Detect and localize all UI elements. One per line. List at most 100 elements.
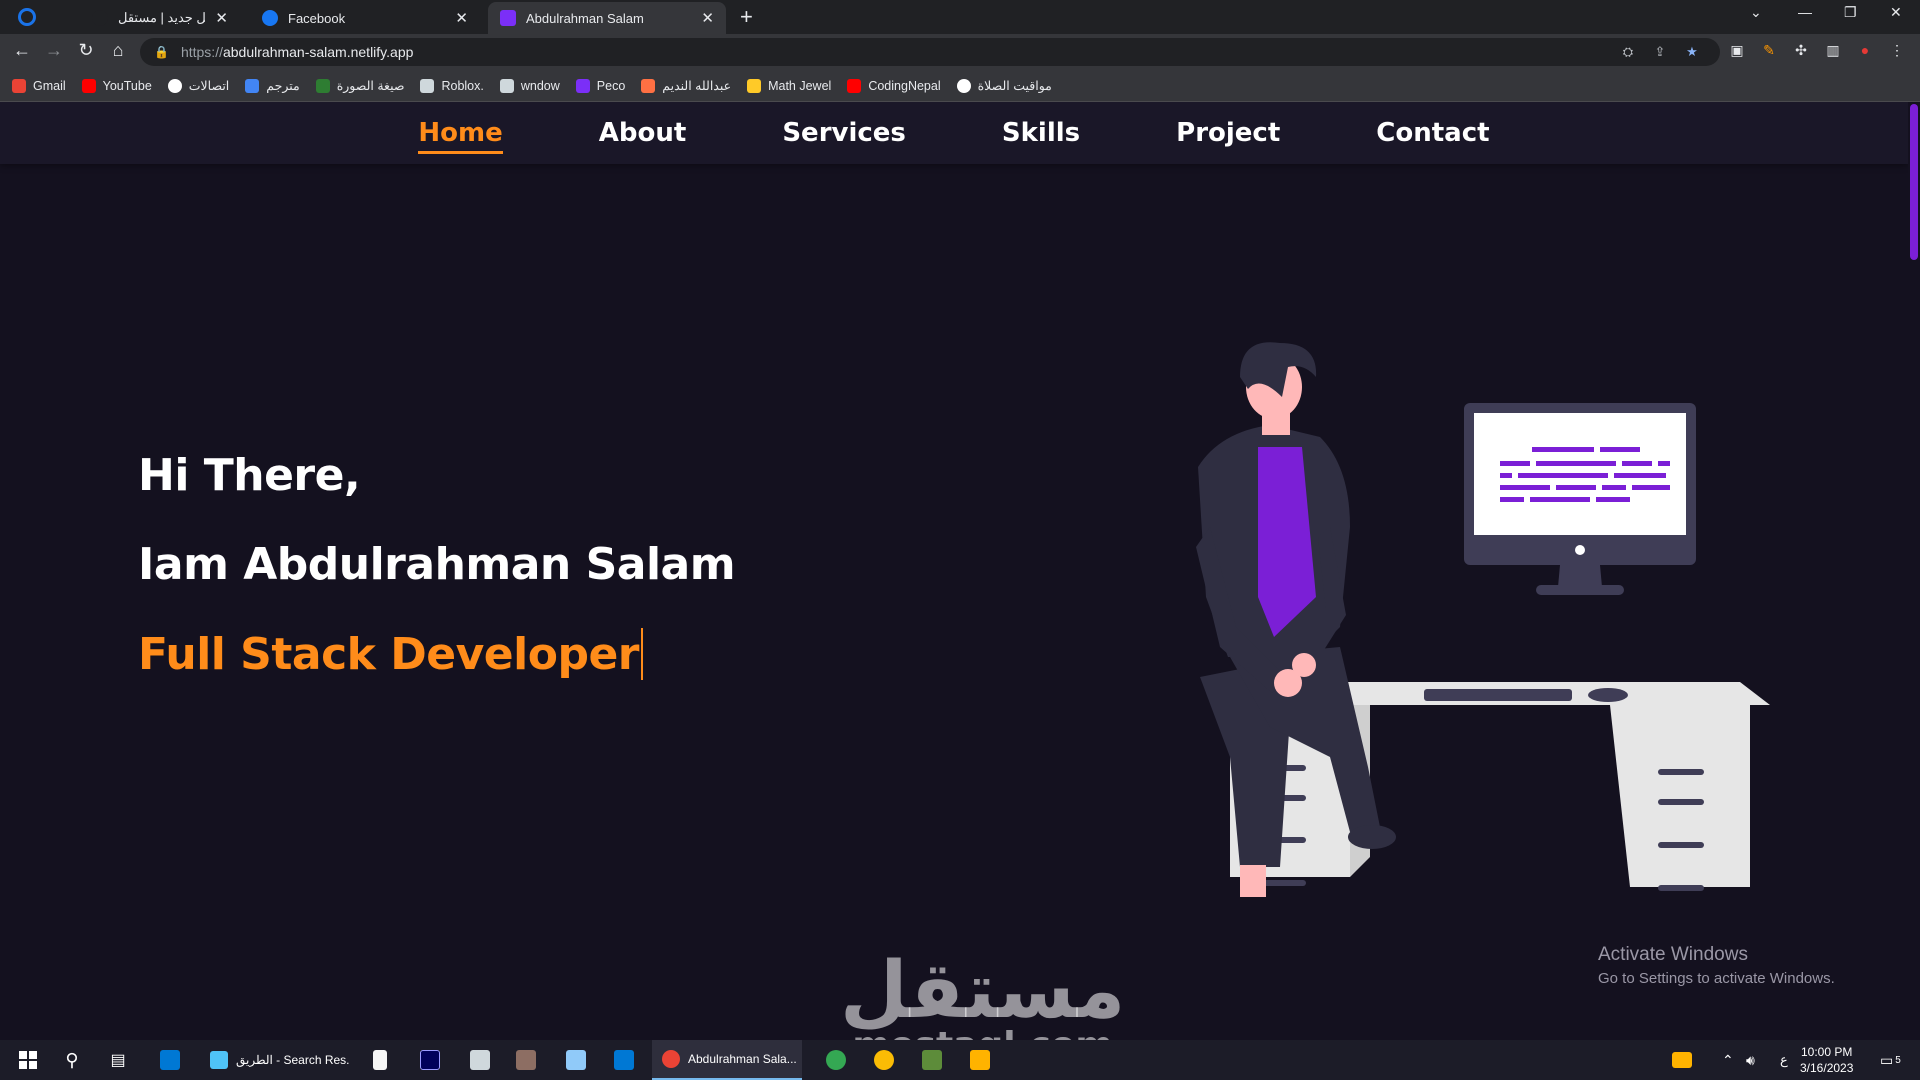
bookmark-label: Gmail xyxy=(33,78,66,93)
premiere-pro-icon[interactable] xyxy=(410,1040,450,1080)
nav-contact[interactable]: Contact xyxy=(1376,118,1489,148)
back-arrow-icon[interactable]: ← xyxy=(10,40,34,61)
volume-icon[interactable]: 🔊︎ xyxy=(1746,1040,1755,1080)
translate-icon[interactable]: ⛭ xyxy=(1620,44,1636,60)
tab-favicon-icon xyxy=(92,10,108,26)
tab-close-icon[interactable]: ✕ xyxy=(215,9,228,27)
extensions-puzzle-icon[interactable]: ✣ xyxy=(1792,42,1810,60)
start-button[interactable] xyxy=(8,1040,48,1080)
lock-icon[interactable]: 🔒 xyxy=(154,45,169,59)
browser-toolbar: ← → ↻ ⌂ 🔒 https:// abdulrahman-salam.net… xyxy=(0,34,1920,70)
page-scrollbar[interactable] xyxy=(1908,102,1920,1040)
bookmark-roblox[interactable]: Roblox. xyxy=(420,78,484,93)
bookmark-gmail[interactable]: Gmail xyxy=(12,78,66,93)
bookmark-label: YouTube xyxy=(102,78,152,93)
school-icon xyxy=(641,78,656,93)
activate-windows-subtitle: Go to Settings to activate Windows. xyxy=(1598,970,1835,987)
desk-right-drawers xyxy=(1610,705,1750,887)
browser-tab-strip: إضافة عمل جديد | مستقل ✕ Facebook ✕ Abdu… xyxy=(0,0,1920,34)
notifications-icon[interactable]: ▭ 5 xyxy=(1880,1040,1901,1080)
taskbar-app-search-results[interactable]: الطريق - Search Res... xyxy=(200,1040,350,1080)
tray-app-icon[interactable] xyxy=(1672,1040,1692,1080)
bookmark-image-format[interactable]: صيغة الصورة xyxy=(315,78,404,93)
cleaner-icon[interactable] xyxy=(960,1040,1000,1080)
bookmark-math-jewel[interactable]: Math Jewel xyxy=(747,78,832,93)
close-window-icon[interactable]: ✕ xyxy=(1890,4,1902,21)
google-icon xyxy=(167,78,182,93)
browser-menu-icon[interactable]: ⋮ xyxy=(1888,42,1906,60)
share-icon[interactable]: ⇪ xyxy=(1652,44,1668,60)
activate-windows-notice: Activate Windows Go to Settings to activ… xyxy=(1598,944,1835,987)
reload-icon[interactable]: ↻ xyxy=(74,40,98,61)
chrome-profile-icon[interactable] xyxy=(816,1040,856,1080)
bookmark-etisalat[interactable]: اتصالات xyxy=(167,78,229,93)
home-icon[interactable]: ⌂ xyxy=(106,40,130,61)
spreadsheet-icon xyxy=(315,78,330,93)
tab-close-icon[interactable]: ✕ xyxy=(701,9,714,27)
notes-icon[interactable] xyxy=(460,1040,500,1080)
taskbar-app-label: Abdulrahman Sala... xyxy=(688,1052,797,1066)
search-icon[interactable]: ⚲ xyxy=(52,1040,92,1080)
new-tab-icon[interactable]: + xyxy=(740,4,753,30)
tab-mostaql[interactable]: إضافة عمل جديد | مستقل ✕ xyxy=(80,2,240,34)
bookmark-prayer-times[interactable]: مواقيت الصلاة xyxy=(956,78,1052,93)
bookmark-codingnepal[interactable]: CodingNepal xyxy=(847,78,941,93)
nav-project[interactable]: Project xyxy=(1176,118,1280,148)
url-host: abdulrahman-salam.netlify.app xyxy=(222,44,414,60)
bookmark-label: Math Jewel xyxy=(768,78,832,93)
bookmark-youtube[interactable]: YouTube xyxy=(81,78,152,93)
bookmark-label: عبدالله النديم xyxy=(662,79,732,93)
youtube-icon xyxy=(81,78,96,93)
jewel-icon xyxy=(747,78,762,93)
bookmark-abdullah-nadim[interactable]: عبدالله النديم xyxy=(641,78,731,93)
chrome-profile-2-icon[interactable] xyxy=(864,1040,904,1080)
file-icon[interactable] xyxy=(360,1040,400,1080)
nav-home[interactable]: Home xyxy=(418,118,504,154)
youtube-icon xyxy=(847,78,862,93)
game-icon[interactable] xyxy=(506,1040,546,1080)
developer-desk-illustration xyxy=(1196,342,1770,897)
bookmark-label: Peco xyxy=(596,78,626,93)
minimize-icon[interactable]: — xyxy=(1798,4,1812,20)
portfolio-page: Home About Services Skills Project Conta… xyxy=(0,102,1920,1040)
extension-b-icon[interactable]: ▣ xyxy=(1728,42,1746,60)
tab-abdulrahman-salam[interactable]: Abdulrahman Salam ✕ xyxy=(488,2,726,34)
calculator-icon[interactable] xyxy=(556,1040,596,1080)
bookmark-star-icon[interactable]: ★ xyxy=(1684,44,1700,60)
tab-title: Facebook xyxy=(288,10,346,26)
forward-arrow-icon[interactable]: → xyxy=(42,40,66,61)
keyboard xyxy=(1424,689,1572,701)
input-language[interactable]: ع xyxy=(1780,1040,1788,1080)
bookmark-label: CodingNepal xyxy=(868,78,941,93)
nav-skills[interactable]: Skills xyxy=(1002,118,1080,148)
extension-pen-icon[interactable]: ✎ xyxy=(1760,42,1778,60)
tray-chevron-icon[interactable]: ⌃ xyxy=(1722,1040,1734,1080)
tab-title: Abdulrahman Salam xyxy=(526,10,644,26)
taskbar-app-chrome-active[interactable]: Abdulrahman Sala... xyxy=(652,1040,802,1080)
mostaql-watermark: مستقل mostaql.com xyxy=(840,952,1125,1040)
bookmark-label: مواقيت الصلاة xyxy=(977,79,1052,93)
hero-greeting: Hi There, xyxy=(138,450,361,501)
tab-facebook[interactable]: Facebook ✕ xyxy=(250,2,480,34)
side-panel-icon[interactable]: ▥ xyxy=(1824,42,1842,60)
system-clock[interactable]: 10:00 PM 3/16/2023 xyxy=(1800,1044,1853,1076)
microsoft-store-icon[interactable] xyxy=(150,1040,190,1080)
profile-avatar[interactable]: ● xyxy=(1856,42,1874,60)
bookmark-peco[interactable]: Peco xyxy=(575,78,626,93)
bookmark-label: wndow xyxy=(520,78,560,93)
chrome-icon xyxy=(662,1050,680,1068)
restore-icon[interactable]: ❐ xyxy=(1844,4,1857,21)
nav-services[interactable]: Services xyxy=(782,118,906,148)
bookmark-translator[interactable]: مترجم xyxy=(245,78,300,93)
bookmark-wndow[interactable]: wndow xyxy=(499,78,560,93)
notification-count: 5 xyxy=(1895,1054,1901,1066)
tab-search-chevron-icon[interactable]: ⌄ xyxy=(1750,4,1762,21)
typing-caret xyxy=(640,628,643,680)
scrollbar-thumb[interactable] xyxy=(1910,104,1918,260)
tab-close-icon[interactable]: ✕ xyxy=(455,9,468,27)
minecraft-icon[interactable] xyxy=(912,1040,952,1080)
nav-about[interactable]: About xyxy=(599,118,687,148)
task-view-icon[interactable]: ▤ xyxy=(98,1040,138,1080)
vscode-icon[interactable] xyxy=(604,1040,644,1080)
address-bar[interactable]: 🔒 https:// abdulrahman-salam.netlify.app… xyxy=(140,38,1720,66)
